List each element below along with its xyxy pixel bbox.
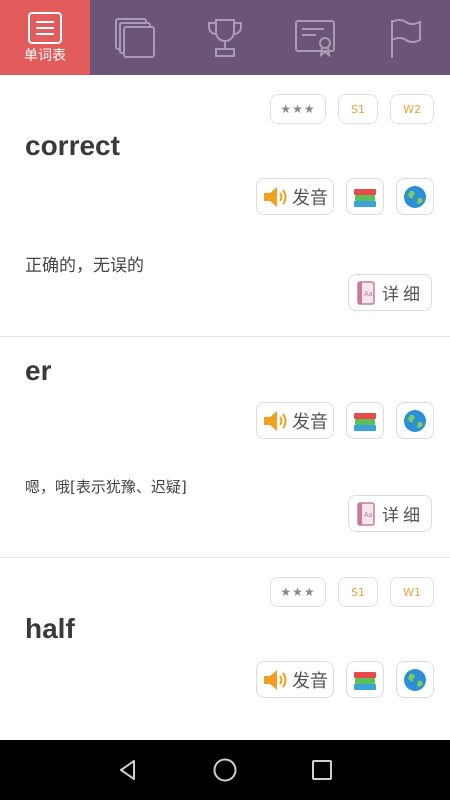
svg-text:Aa: Aa bbox=[364, 512, 373, 519]
word-card: er 发音 嗯，哦[表示犹豫、迟疑] Aa 详细 bbox=[0, 337, 450, 558]
level-badge: S1 bbox=[338, 577, 378, 607]
detail-label: 详细 bbox=[382, 285, 424, 305]
certificate-icon bbox=[295, 19, 335, 57]
frequency-stars: ★★★ bbox=[270, 577, 326, 607]
pronounce-label: 发音 bbox=[292, 187, 328, 209]
tab-trophy[interactable] bbox=[180, 0, 270, 75]
dictionary-icon: Aa bbox=[357, 501, 375, 526]
pronounce-button[interactable]: 发音 bbox=[256, 661, 334, 698]
tab-cards[interactable] bbox=[90, 0, 180, 75]
tab-flag[interactable] bbox=[360, 0, 450, 75]
word-card: ★★★ S1 W1 half 发音 bbox=[0, 558, 450, 740]
tab-word-list[interactable]: 单词表 bbox=[0, 0, 90, 75]
meaning-text: 嗯，哦[表示犹豫、迟疑] bbox=[25, 478, 187, 496]
speaker-icon bbox=[264, 669, 287, 690]
books-icon bbox=[354, 188, 376, 207]
speaker-icon bbox=[264, 410, 287, 431]
detail-button[interactable]: Aa 详细 bbox=[348, 495, 432, 532]
globe-button[interactable] bbox=[396, 178, 434, 215]
globe-icon bbox=[404, 668, 426, 691]
recents-button[interactable] bbox=[302, 750, 342, 790]
rank-badge: W1 bbox=[390, 577, 434, 607]
word-text: er bbox=[25, 355, 52, 386]
word-text: correct bbox=[25, 130, 120, 161]
globe-icon bbox=[404, 409, 426, 432]
detail-button[interactable]: Aa 详细 bbox=[348, 274, 432, 311]
word-text: half bbox=[25, 613, 75, 644]
top-nav: 单词表 bbox=[0, 0, 450, 75]
tab-certificate[interactable] bbox=[270, 0, 360, 75]
svg-text:Aa: Aa bbox=[364, 291, 373, 298]
recents-icon bbox=[311, 760, 332, 780]
globe-button[interactable] bbox=[396, 661, 434, 698]
home-icon bbox=[213, 758, 237, 782]
speaker-icon bbox=[264, 186, 287, 207]
cards-icon bbox=[115, 17, 155, 58]
books-icon bbox=[354, 671, 376, 690]
pronounce-button[interactable]: 发音 bbox=[256, 178, 334, 215]
dictionary-icon: Aa bbox=[357, 280, 375, 305]
tab-word-list-label: 单词表 bbox=[24, 48, 66, 64]
books-button[interactable] bbox=[346, 661, 384, 698]
books-icon bbox=[354, 412, 376, 431]
detail-label: 详细 bbox=[382, 506, 424, 526]
books-button[interactable] bbox=[346, 178, 384, 215]
system-nav-bar bbox=[0, 740, 450, 800]
back-button[interactable] bbox=[108, 750, 148, 790]
home-button[interactable] bbox=[205, 750, 245, 790]
word-list[interactable]: ★★★ S1 W2 correct 发音 正确的，无误的 Aa 详细 er 发音… bbox=[0, 75, 450, 740]
pronounce-button[interactable]: 发音 bbox=[256, 402, 334, 439]
level-badge: S1 bbox=[338, 94, 378, 124]
globe-button[interactable] bbox=[396, 402, 434, 439]
globe-icon bbox=[404, 185, 426, 208]
list-icon bbox=[28, 12, 62, 44]
frequency-stars: ★★★ bbox=[270, 94, 326, 124]
back-icon bbox=[120, 760, 136, 780]
meaning-text: 正确的，无误的 bbox=[25, 256, 144, 276]
flag-icon bbox=[391, 18, 421, 58]
trophy-icon bbox=[208, 18, 242, 57]
pronounce-label: 发音 bbox=[292, 670, 328, 692]
word-card: ★★★ S1 W2 correct 发音 正确的，无误的 Aa 详细 bbox=[0, 75, 450, 337]
rank-badge: W2 bbox=[390, 94, 434, 124]
pronounce-label: 发音 bbox=[292, 411, 328, 433]
books-button[interactable] bbox=[346, 402, 384, 439]
